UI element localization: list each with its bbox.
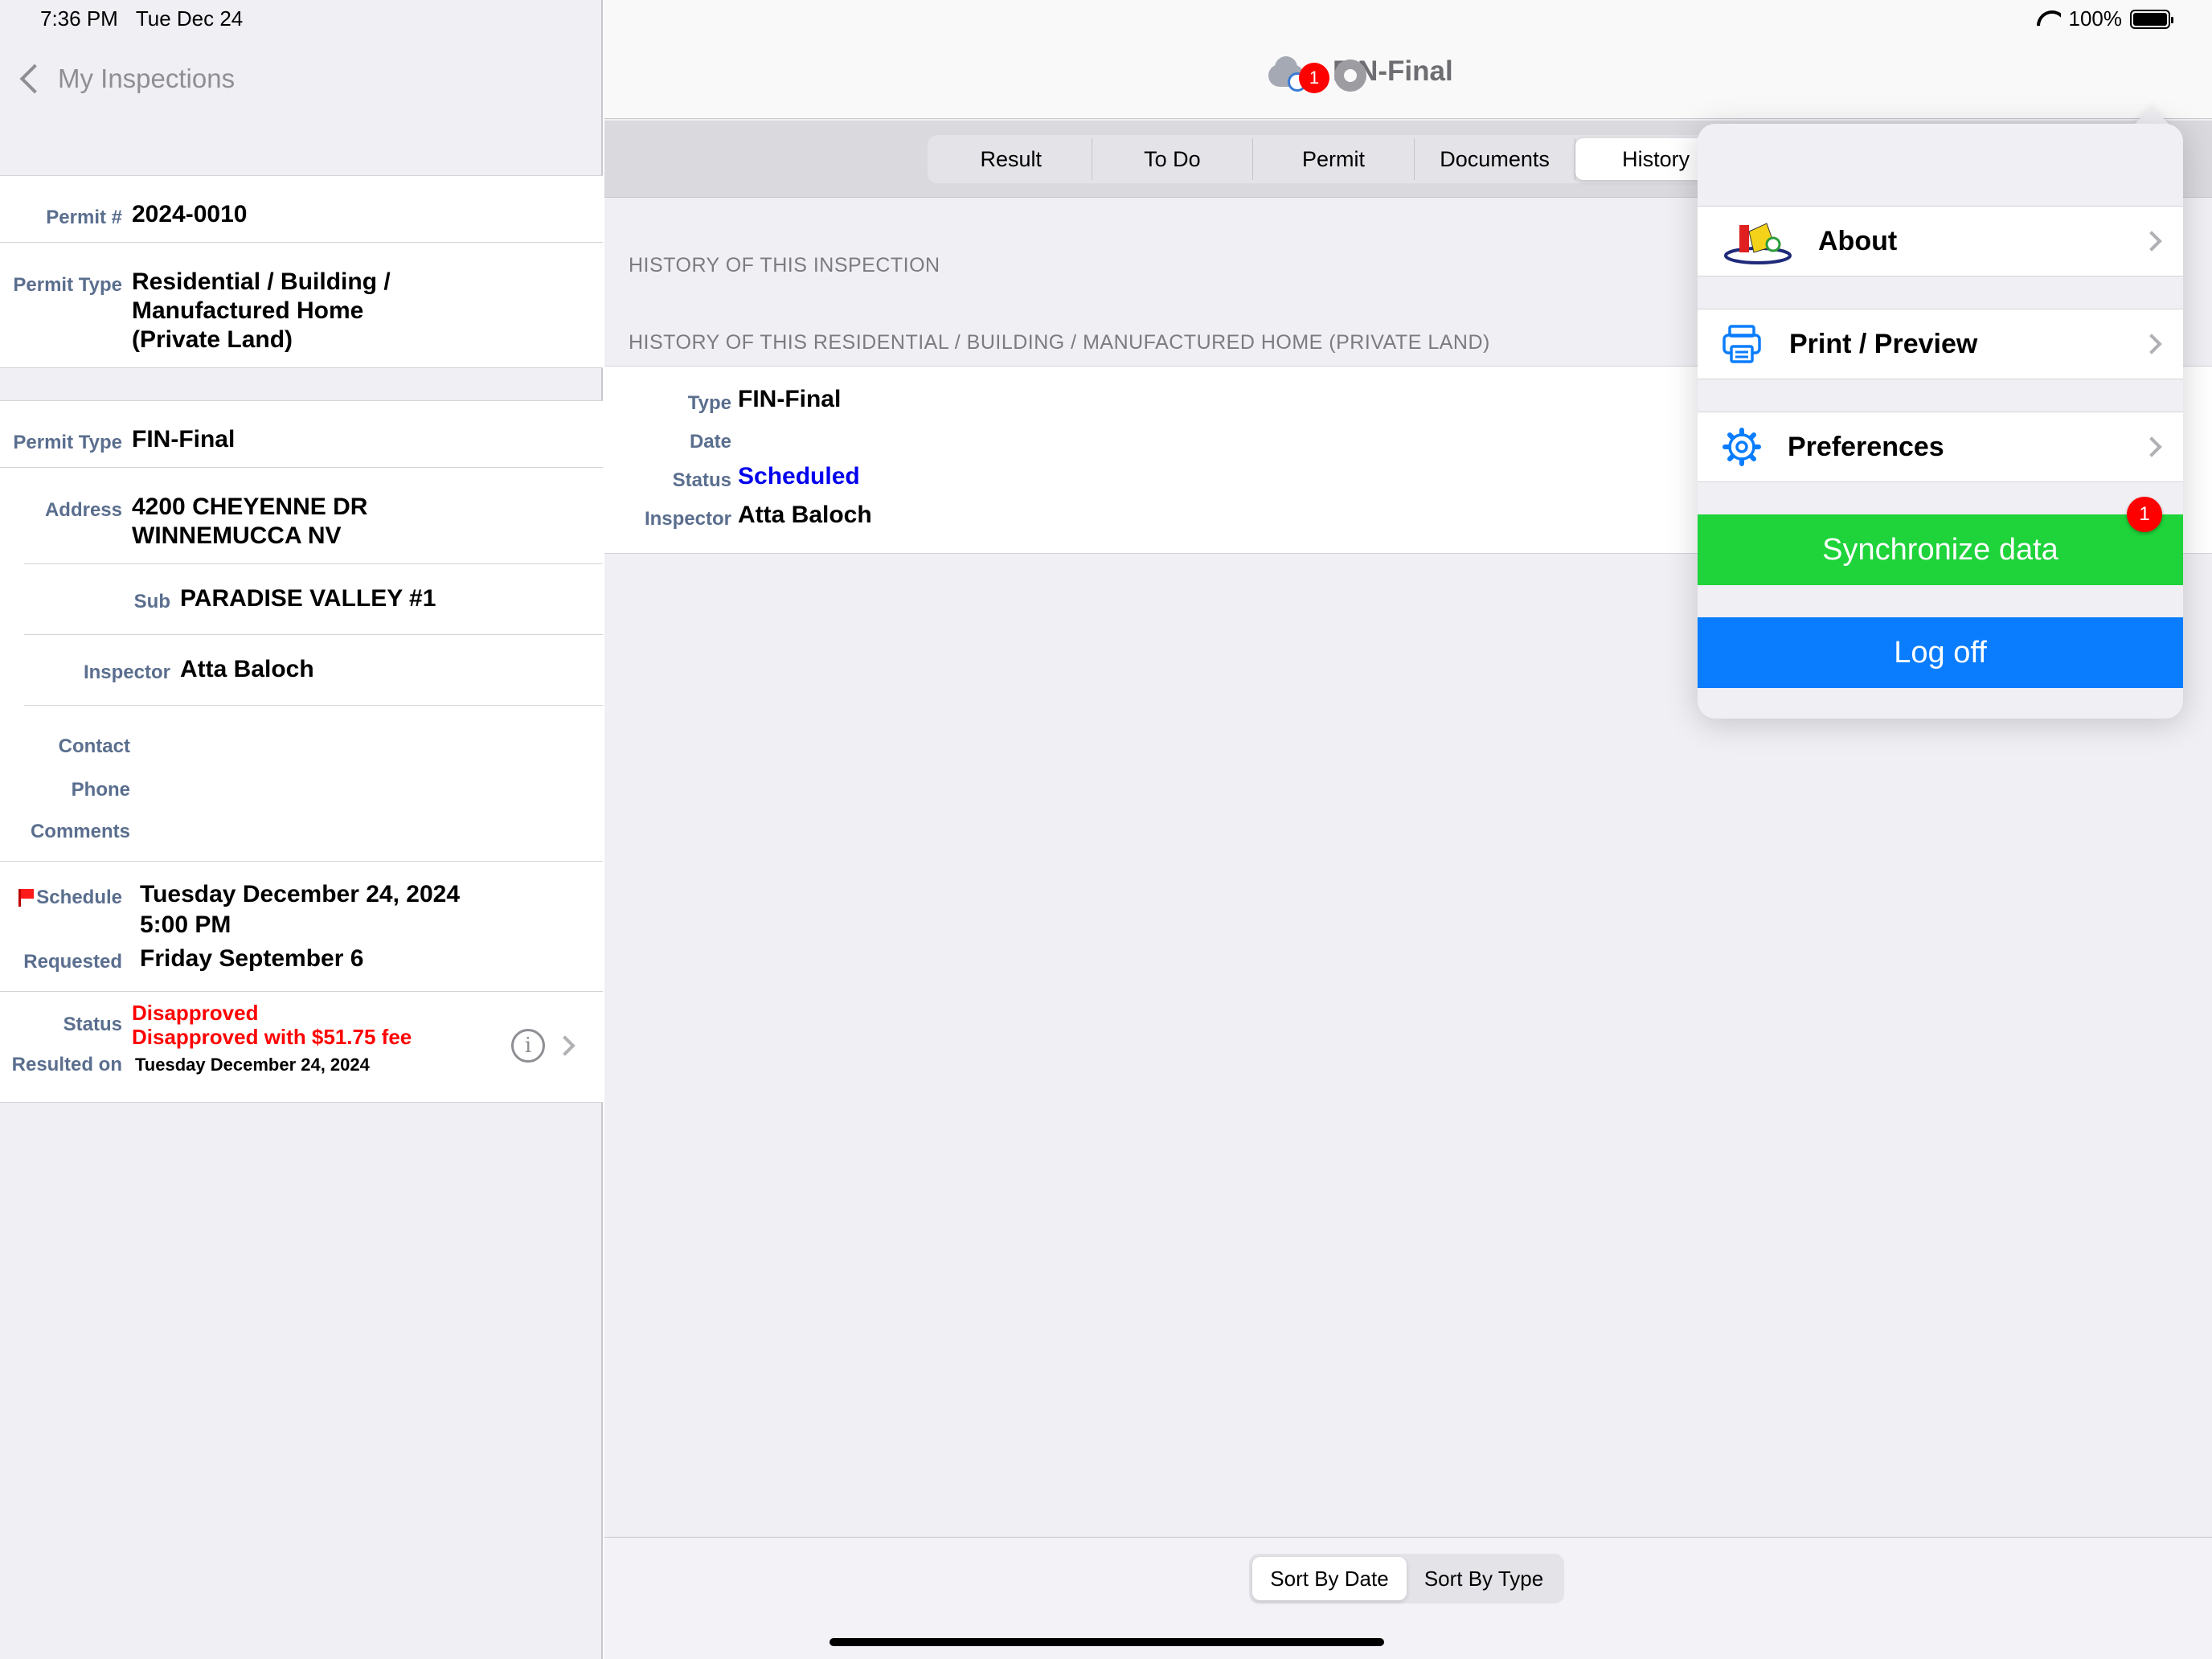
divider (0, 991, 603, 992)
inspector-label: Inspector (83, 662, 170, 683)
resulted-date: Tuesday December 24, 2024 (135, 1055, 370, 1075)
nav-bar: FIN-Final 1 (604, 0, 2212, 119)
back-button[interactable]: My Inspections (13, 56, 235, 101)
permit-type-line2: Manufactured Home (132, 297, 364, 324)
wifi-icon (2037, 10, 2061, 28)
permit-type-label: Permit Type (13, 274, 122, 296)
inspection-detail-pane: 7:36 PM Tue Dec 24 My Inspections Permit … (0, 0, 603, 1659)
divider (0, 467, 603, 468)
date: Tue Dec 24 (135, 6, 244, 31)
requested-label: Requested (23, 951, 122, 973)
sync-count-badge: 1 (1299, 63, 1329, 93)
permit-type-line1: Residential / Building / (132, 268, 391, 295)
tab-segmented-control: Result To Do Permit Documents History (928, 135, 1739, 183)
menu-item-print-preview[interactable]: Print / Preview (1698, 309, 2183, 379)
sub-label: Sub (133, 591, 170, 612)
status-value: Disapproved (132, 1001, 259, 1025)
divider (0, 242, 603, 243)
schedule-date: Tuesday December 24, 2024 (140, 881, 461, 907)
inspection-type-label: Permit Type (13, 432, 122, 453)
contact-label: Contact (58, 735, 130, 757)
schedule-label: Schedule (0, 887, 122, 909)
section-header-permit-history: HISTORY OF THIS RESIDENTIAL / BUILDING /… (629, 331, 1490, 354)
sync-badge: 1 (2127, 497, 2162, 532)
sort-by-date-button[interactable]: Sort By Date (1252, 1557, 1407, 1600)
settings-popover: About Print / Preview Preferences Synchr… (1698, 124, 2183, 719)
history-inspector: Atta Baloch (738, 502, 872, 528)
history-inspector-label: Inspector (644, 508, 731, 530)
status-label: Status (63, 1014, 122, 1035)
section-header-inspection-history: HISTORY OF THIS INSPECTION (629, 254, 940, 276)
address-label: Address (44, 499, 122, 521)
menu-preferences-label: Preferences (1788, 431, 1944, 462)
sort-by-type-button[interactable]: Sort By Type (1407, 1557, 1561, 1600)
inspection-type: FIN-Final (132, 426, 236, 453)
synchronize-data-button[interactable]: Synchronize data (1698, 514, 2183, 585)
status-detail: Disapproved with $51.75 fee (132, 1025, 412, 1049)
permit-number-label: Permit # (46, 207, 122, 228)
app-logo-icon (1724, 223, 1792, 264)
address-line1: 4200 CHEYENNE DR (132, 494, 368, 520)
permit-number: 2024-0010 (132, 201, 248, 227)
info-icon[interactable]: i (511, 1029, 545, 1063)
inspection-info-group: Permit Type FIN-Final Address 4200 CHEYE… (0, 400, 603, 1103)
gear-icon (1722, 428, 1761, 466)
status-bar-right: 100% (2037, 6, 2173, 31)
menu-print-label: Print / Preview (1789, 328, 1978, 359)
comments-label: Comments (30, 821, 130, 842)
history-date-label: Date (689, 431, 731, 453)
divider (24, 563, 603, 564)
tab-todo[interactable]: To Do (1092, 138, 1254, 180)
permit-type-line3: (Private Land) (132, 326, 293, 353)
printer-icon (1722, 325, 1761, 363)
history-type: FIN-Final (738, 386, 842, 412)
history-status-label: Status (672, 469, 731, 491)
clock: 7:36 PM (40, 6, 118, 31)
history-status: Scheduled (738, 463, 860, 490)
address-line2: WINNEMUCCA NV (132, 522, 342, 549)
permit-info-group: Permit # 2024-0010 Permit Type Residenti… (0, 175, 603, 368)
battery-percent: 100% (2068, 6, 2123, 31)
history-type-label: Type (687, 392, 731, 414)
chevron-right-icon (2141, 231, 2162, 252)
schedule-time: 5:00 PM (140, 911, 231, 938)
menu-about-label: About (1818, 225, 1898, 256)
phone-label: Phone (71, 779, 130, 801)
divider (24, 705, 603, 706)
menu-item-preferences[interactable]: Preferences (1698, 412, 2183, 482)
subdivision: PARADISE VALLEY #1 (180, 585, 436, 612)
requested-date: Friday September 6 (140, 945, 364, 972)
resulted-label: Resulted on (11, 1054, 122, 1075)
tab-result[interactable]: Result (931, 138, 1092, 180)
inspector-name: Atta Baloch (180, 656, 314, 682)
schedule-label-text: Schedule (36, 887, 122, 908)
tab-permit[interactable]: Permit (1253, 138, 1415, 180)
back-label: My Inspections (58, 63, 236, 93)
home-indicator (830, 1638, 1384, 1646)
chevron-right-icon (2141, 436, 2162, 457)
log-off-button[interactable]: Log off (1698, 617, 2183, 688)
battery-icon (2130, 9, 2173, 29)
settings-button[interactable] (1334, 59, 1370, 95)
divider (0, 861, 603, 862)
gear-icon (1334, 59, 1366, 92)
chevron-left-icon (19, 63, 50, 94)
sort-segmented-control: Sort By Date Sort By Type (1249, 1554, 1564, 1604)
chevron-right-icon (2141, 334, 2162, 354)
divider (24, 634, 603, 635)
menu-item-about[interactable]: About (1698, 206, 2183, 276)
status-bar-time: 7:36 PM Tue Dec 24 (40, 6, 260, 31)
flag-icon (17, 889, 35, 907)
tab-documents[interactable]: Documents (1415, 138, 1576, 180)
